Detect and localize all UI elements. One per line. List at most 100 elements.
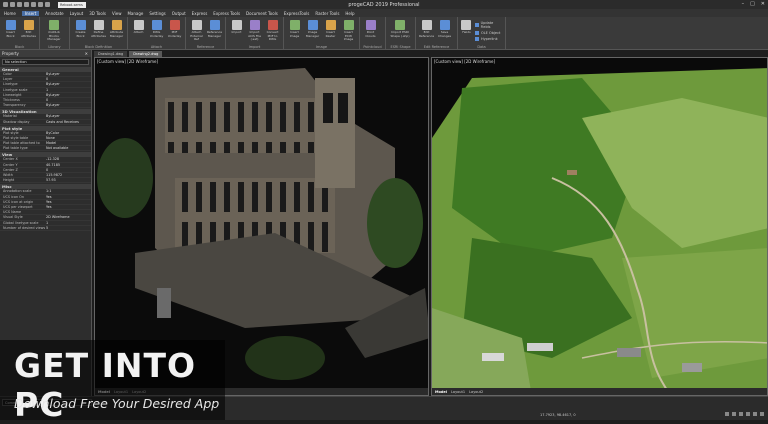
property-value[interactable]: 40.7185: [46, 163, 91, 167]
ribbon-tab[interactable]: Manage: [127, 11, 143, 16]
property-value[interactable]: 0: [46, 77, 91, 81]
ole-object-button[interactable]: OLE Object: [474, 31, 502, 35]
close-button[interactable]: ✕: [761, 1, 765, 7]
ribbon-tab[interactable]: Settings: [149, 11, 165, 16]
edit-reference-icon: [421, 20, 432, 30]
raster-icon: [325, 20, 336, 30]
esri-icon: [395, 20, 405, 30]
ribbon-tab[interactable]: View: [112, 11, 122, 16]
property-value[interactable]: 0: [46, 98, 91, 102]
property-value[interactable]: ByLayer: [46, 72, 91, 76]
property-value[interactable]: None: [46, 136, 91, 140]
grid-toggle-icon[interactable]: [732, 412, 736, 416]
attribute-manager-icon: [111, 20, 122, 30]
insert-block-icon: [5, 20, 16, 30]
ribbon-tab[interactable]: Help: [345, 11, 354, 16]
property-row[interactable]: Plot table type Not available: [0, 146, 91, 152]
ribbon-tab[interactable]: Layout: [70, 11, 84, 16]
property-value[interactable]: ByLayer: [46, 103, 91, 107]
property-row[interactable]: Number of desired views 5: [0, 226, 91, 231]
property-value[interactable]: [46, 210, 91, 214]
property-value[interactable]: ByLayer: [46, 93, 91, 97]
snap-toggle-icon[interactable]: [725, 412, 729, 416]
property-value[interactable]: 1: [46, 88, 91, 92]
property-value[interactable]: -12.328: [46, 157, 91, 161]
osnap-toggle-icon[interactable]: [753, 412, 757, 416]
property-value[interactable]: ByLayer: [46, 82, 91, 86]
property-key: Material: [3, 114, 17, 119]
ole-object-icon: [474, 31, 479, 35]
ribbon-group-block-definition: Create Block Define Attributes Attribute…: [70, 17, 128, 50]
property-value[interactable]: Casts and Receives: [46, 120, 91, 124]
property-row[interactable]: Shadow display Casts and Receives: [0, 120, 91, 125]
property-value[interactable]: 57.93: [46, 178, 91, 182]
pdf-underlay-icon: [169, 20, 180, 30]
ribbon-tab[interactable]: 3D Tools: [89, 11, 106, 16]
acis-icon: [249, 20, 260, 30]
property-row[interactable]: Transparency ByLayer: [0, 103, 91, 109]
ribbon-tab-active[interactable]: Insert: [21, 10, 40, 16]
ribbon-tab[interactable]: Output: [172, 11, 186, 16]
property-value[interactable]: Yes: [46, 195, 91, 199]
property-row[interactable]: Height 57.93: [0, 178, 91, 184]
save-changes-icon: [439, 20, 450, 30]
selection-dropdown[interactable]: No selection: [2, 59, 89, 65]
property-key: UCS icon On: [3, 194, 25, 199]
property-value[interactable]: Model: [46, 141, 91, 145]
property-value[interactable]: 1:1: [46, 189, 91, 193]
property-key: Center X: [3, 157, 18, 162]
property-key: Shadow display: [3, 119, 30, 124]
ribbon-group-reference: Attach External Ref Reference Manager Re…: [186, 17, 226, 50]
layout1-tab[interactable]: Layout1: [451, 390, 465, 394]
title-bar: Reboot-sems progeCAD 2019 Professional –…: [0, 0, 768, 9]
property-value[interactable]: 2D Wireframe: [46, 215, 91, 219]
viewport-label[interactable]: [Custom view] [2D Wireframe]: [97, 59, 158, 64]
property-value[interactable]: Yes: [46, 200, 91, 204]
coordinate-readout: 17.7923, 98.4617, 0: [540, 413, 576, 417]
drawing-tabs: Drawing1.dwg Drawing2.dwg: [94, 50, 163, 57]
maximize-button[interactable]: □: [750, 1, 755, 7]
property-key: Plot table attached to: [3, 141, 40, 146]
ribbon-tab[interactable]: Raster Tools: [315, 11, 339, 16]
layout2-tab[interactable]: Layout2: [469, 390, 483, 394]
close-icon[interactable]: ✕: [85, 50, 88, 57]
property-key: Width: [3, 173, 13, 177]
property-value[interactable]: 5: [46, 226, 91, 230]
property-value[interactable]: Not available: [46, 146, 91, 150]
xref-icon: [191, 20, 202, 30]
ribbon-tab[interactable]: Express: [192, 11, 208, 16]
ecw-icon: [343, 20, 354, 30]
property-value[interactable]: 0: [46, 168, 91, 172]
app-title: progeCAD 2019 Professional: [348, 2, 420, 8]
ribbon-tab[interactable]: Document Tools: [246, 11, 278, 16]
hyperlink-button[interactable]: Hyperlink: [474, 37, 502, 41]
property-key: Height: [3, 178, 15, 183]
property-key: Linetype scale: [3, 87, 28, 92]
property-key: Color: [3, 72, 12, 76]
import-icon: [231, 20, 242, 30]
ribbon-group-pointcloud: Point Clouds Pointcloud: [360, 17, 386, 50]
ortho-toggle-icon[interactable]: [739, 412, 743, 416]
aerial-terrain-render: [432, 58, 767, 395]
ribbon-tab[interactable]: Home: [4, 11, 16, 16]
viewport-right[interactable]: [Custom view] [2D Wireframe] Model Layou…: [431, 57, 768, 396]
ribbon-tab[interactable]: ExpressTools: [284, 11, 309, 16]
update-fields-button[interactable]: Update Fields: [474, 21, 502, 29]
property-value[interactable]: 115.9872: [46, 173, 91, 177]
ribbon-tab[interactable]: Express Tools: [213, 11, 240, 16]
ribbon-group-import: Import Import ACIS File (.sat) Convert P…: [226, 17, 284, 50]
ribbon-group-library: iCADLib Blocks Manager Library: [40, 17, 70, 50]
polar-toggle-icon[interactable]: [746, 412, 750, 416]
property-value[interactable]: ByLayer: [46, 114, 91, 118]
viewport-label[interactable]: [Custom view] [2D Wireframe]: [434, 59, 495, 64]
minimize-button[interactable]: –: [742, 1, 745, 7]
property-sections: General Color ByLayer Layer 0 Linetype ByLayer…: [0, 67, 91, 231]
ribbon-tab[interactable]: Annotate: [45, 11, 63, 16]
property-value[interactable]: Yes: [46, 205, 91, 209]
lineweight-toggle-icon[interactable]: [760, 412, 764, 416]
property-value[interactable]: ByColor: [46, 131, 91, 135]
model-tab[interactable]: Model: [435, 390, 447, 394]
status-toggles: [725, 412, 764, 416]
property-value[interactable]: 1: [46, 221, 91, 225]
dwg-underlay-icon: [151, 20, 162, 30]
